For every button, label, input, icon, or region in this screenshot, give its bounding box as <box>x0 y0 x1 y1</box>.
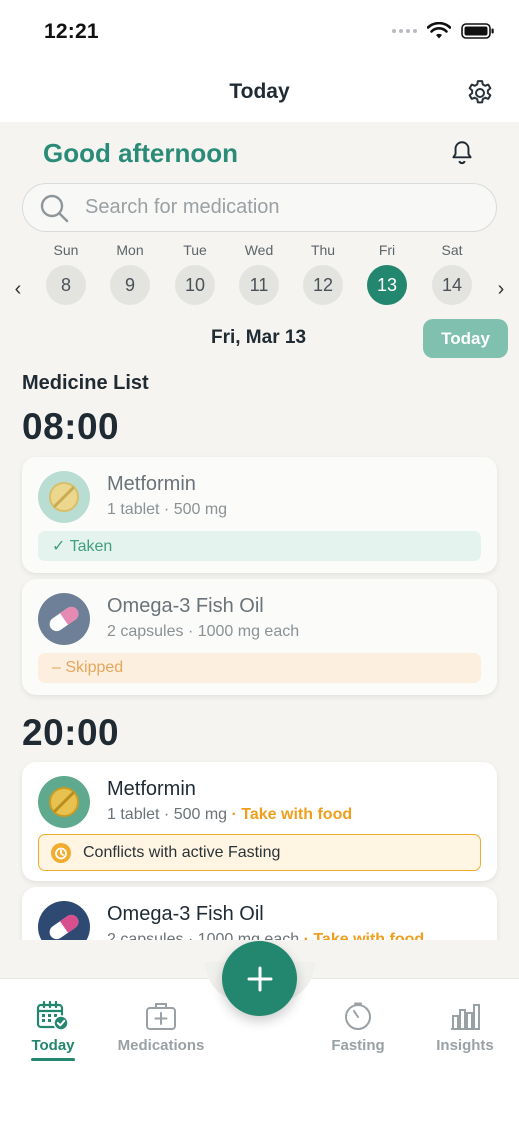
time-group-label: 08:00 <box>22 406 120 447</box>
bell-icon <box>452 141 472 165</box>
add-medication-button[interactable] <box>222 941 297 1016</box>
medication-card[interactable]: Metformin 1 tablet · 500 mg · Take with … <box>22 762 497 881</box>
medicine-list-title: Medicine List <box>22 372 149 394</box>
day-name: Mon <box>116 242 144 258</box>
status-bar: 12:21 <box>0 0 519 64</box>
day-number-selected: 13 <box>367 265 407 305</box>
time-group-label: 20:00 <box>22 712 120 753</box>
medication-name: Metformin <box>107 778 196 800</box>
bar-chart-icon <box>415 999 515 1033</box>
wifi-icon <box>427 22 451 39</box>
day-number: 9 <box>110 265 150 305</box>
main-content: Good afternoon ‹ Sun 8 Mon 9 Tue 10 Wed … <box>0 122 519 978</box>
nav-header: Today <box>0 64 519 122</box>
day-mon[interactable]: Mon 9 <box>108 240 152 305</box>
day-number: 10 <box>175 265 215 305</box>
medication-name: Omega-3 Fish Oil <box>107 903 264 925</box>
day-name: Sun <box>53 242 79 258</box>
search-bar[interactable] <box>22 183 497 232</box>
tab-label: Medications <box>117 1037 205 1054</box>
medication-dose: 1 tablet · 500 mg <box>107 806 228 823</box>
timer-warning-icon <box>51 842 71 863</box>
tablet-icon <box>38 471 90 523</box>
day-wed[interactable]: Wed 11 <box>237 240 281 305</box>
medkit-icon <box>111 999 211 1033</box>
day-number: 11 <box>239 265 279 305</box>
medication-name: Metformin <box>107 473 196 495</box>
active-tab-indicator <box>31 1058 75 1061</box>
home-indicator-area <box>0 1078 519 1124</box>
day-number: 14 <box>432 265 472 305</box>
notifications-button[interactable] <box>447 138 477 168</box>
tab-label: Fasting <box>331 1037 385 1054</box>
medication-card[interactable]: Metformin 1 tablet · 500 mg ✓ Taken <box>22 457 497 573</box>
fasting-conflict-warning: Conflicts with active Fasting <box>38 834 481 871</box>
day-sat[interactable]: Sat 14 <box>430 240 474 305</box>
day-name: Thu <box>310 242 336 258</box>
medication-dose: 1 tablet · 500 mg <box>107 501 228 518</box>
timer-icon <box>308 999 408 1033</box>
search-icon <box>40 194 69 222</box>
tablet-icon <box>38 776 90 828</box>
tab-fasting[interactable]: Fasting <box>308 999 408 1054</box>
tab-label: Insights <box>436 1037 494 1054</box>
medication-card[interactable]: Omega-3 Fish Oil 2 capsules · 1000 mg ea… <box>22 579 497 695</box>
settings-button[interactable] <box>463 76 497 110</box>
signal-icon <box>392 29 417 33</box>
medication-dose: 2 capsules · 1000 mg each <box>107 623 300 640</box>
plus-icon <box>247 966 272 991</box>
capsule-icon <box>38 593 90 645</box>
day-sun[interactable]: Sun 8 <box>44 240 88 305</box>
day-number: 12 <box>303 265 343 305</box>
tab-insights[interactable]: Insights <box>415 999 515 1054</box>
status-icons <box>392 22 495 40</box>
day-fri[interactable]: Fri 13 <box>365 240 409 305</box>
tab-medications[interactable]: Medications <box>111 999 211 1054</box>
gear-icon <box>468 80 492 104</box>
tab-label: Today <box>31 1037 75 1054</box>
skipped-status: – Skipped <box>38 653 481 683</box>
prev-week-arrow[interactable]: ‹ <box>8 278 28 301</box>
week-selector: ‹ Sun 8 Mon 9 Tue 10 Wed 11 Thu 12 Fri 1… <box>0 240 519 310</box>
conflict-text: Conflicts with active Fasting <box>83 843 281 861</box>
day-tue[interactable]: Tue 10 <box>173 240 217 305</box>
calendar-check-icon <box>3 999 103 1033</box>
today-button[interactable]: Today <box>423 319 508 358</box>
food-instruction: · Take with food <box>227 806 353 823</box>
next-week-arrow[interactable]: › <box>491 278 511 301</box>
day-name: Fri <box>378 242 396 258</box>
day-thu[interactable]: Thu 12 <box>301 240 345 305</box>
day-name: Tue <box>183 242 207 258</box>
search-input[interactable] <box>85 196 465 219</box>
status-time: 12:21 <box>44 20 99 43</box>
day-name: Wed <box>244 242 274 258</box>
battery-icon <box>461 23 494 39</box>
medication-dose-line: 1 tablet · 500 mg · Take with food <box>107 806 352 824</box>
greeting-text: Good afternoon <box>43 138 238 168</box>
page-title: Today <box>229 80 290 103</box>
day-number: 8 <box>46 265 86 305</box>
taken-status: ✓ Taken <box>38 531 481 561</box>
day-name: Sat <box>441 242 463 258</box>
medication-name: Omega-3 Fish Oil <box>107 595 264 617</box>
tab-today[interactable]: Today <box>3 999 103 1061</box>
